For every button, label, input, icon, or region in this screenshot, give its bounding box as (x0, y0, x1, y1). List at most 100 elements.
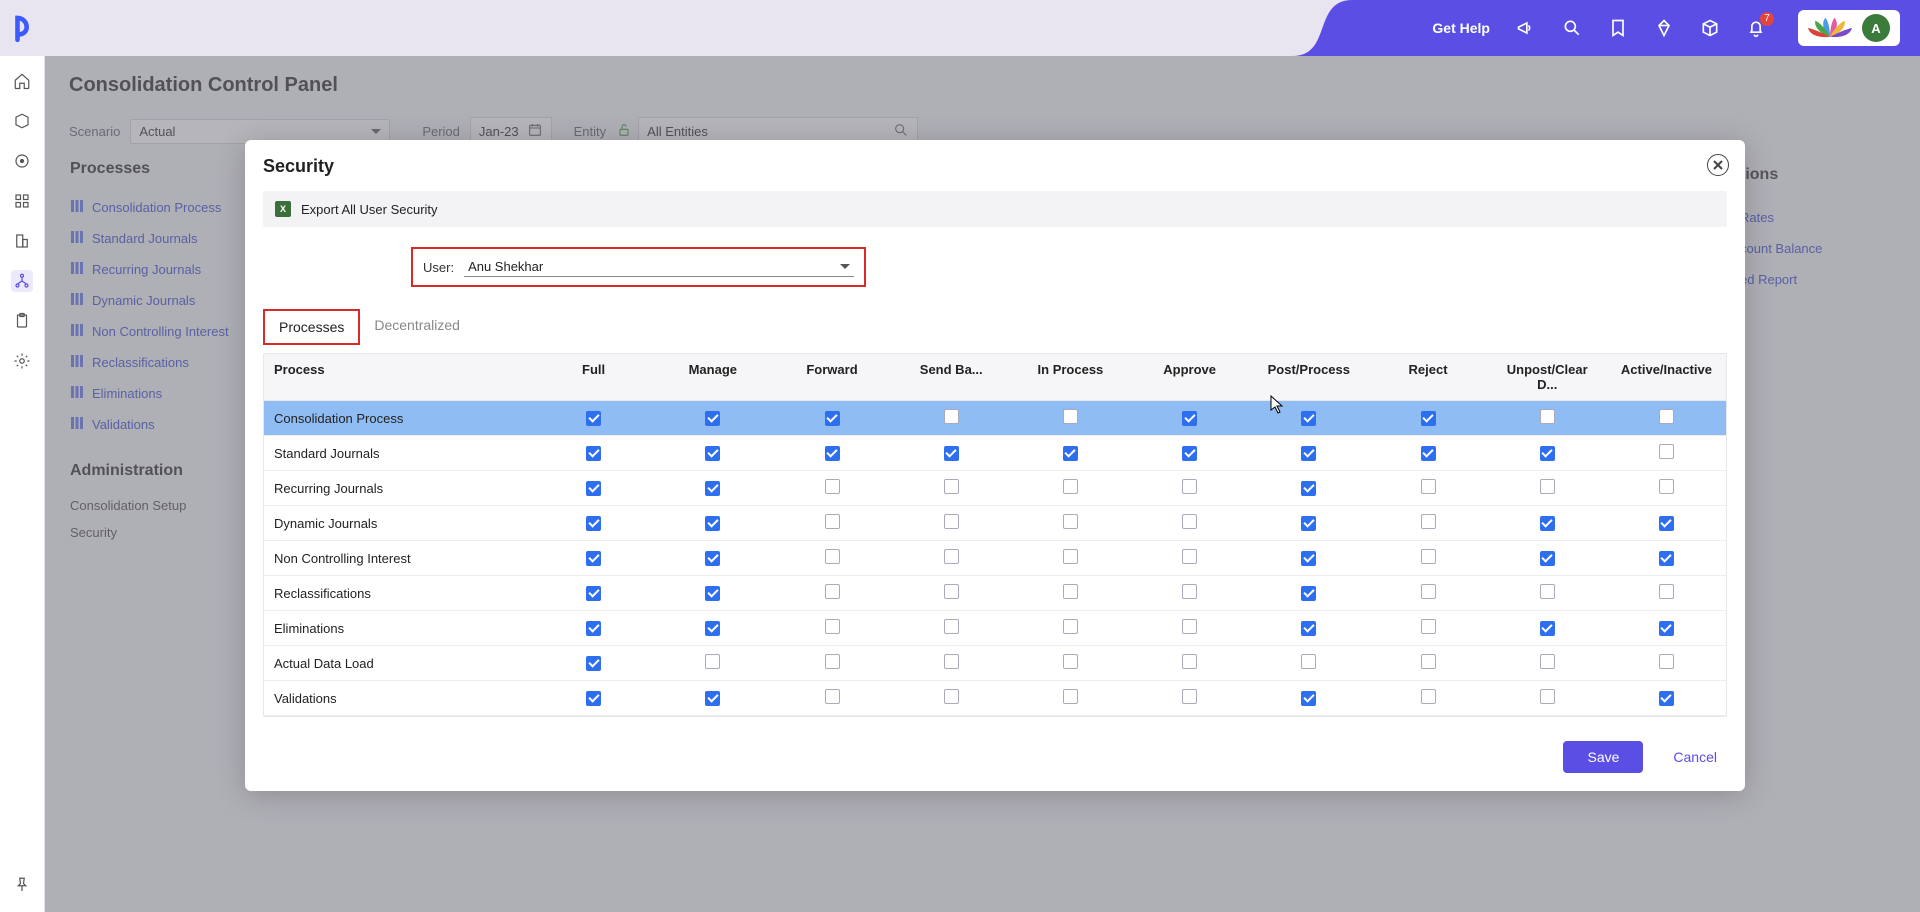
checkbox[interactable] (825, 514, 840, 529)
announce-icon[interactable] (1516, 18, 1536, 38)
checkbox[interactable] (586, 446, 601, 461)
checkbox[interactable] (705, 586, 720, 601)
checkbox[interactable] (1540, 551, 1555, 566)
checkbox[interactable] (1063, 654, 1078, 669)
checkbox[interactable] (1301, 516, 1316, 531)
checkbox[interactable] (586, 411, 601, 426)
brand-switcher[interactable]: A (1798, 10, 1900, 46)
checkbox[interactable] (1421, 411, 1436, 426)
checkbox[interactable] (1063, 479, 1078, 494)
table-row[interactable]: Reclassifications (264, 576, 1726, 611)
checkbox[interactable] (1063, 689, 1078, 704)
target-icon[interactable] (11, 150, 33, 172)
column-header[interactable]: Full (534, 354, 653, 400)
checkbox[interactable] (586, 586, 601, 601)
column-header[interactable]: Active/Inactive (1607, 354, 1726, 400)
checkbox[interactable] (1182, 514, 1197, 529)
checkbox[interactable] (705, 516, 720, 531)
checkbox[interactable] (1063, 446, 1078, 461)
cancel-button[interactable]: Cancel (1663, 741, 1727, 773)
checkbox[interactable] (1301, 691, 1316, 706)
checkbox[interactable] (1182, 549, 1197, 564)
checkbox[interactable] (1540, 409, 1555, 424)
checkbox[interactable] (1063, 549, 1078, 564)
checkbox[interactable] (1063, 514, 1078, 529)
bell-icon[interactable]: 7 (1746, 18, 1766, 38)
checkbox[interactable] (1421, 446, 1436, 461)
column-header[interactable]: Unpost/Clear D... (1488, 354, 1607, 400)
checkbox[interactable] (1540, 479, 1555, 494)
table-row[interactable]: Eliminations (264, 611, 1726, 646)
table-row[interactable]: Recurring Journals (264, 471, 1726, 506)
checkbox[interactable] (705, 481, 720, 496)
avatar[interactable]: A (1862, 14, 1890, 42)
column-header[interactable]: Process (264, 354, 534, 400)
checkbox[interactable] (1301, 411, 1316, 426)
user-dropdown[interactable]: Anu Shekhar (464, 257, 854, 277)
checkbox[interactable] (1659, 584, 1674, 599)
checkbox[interactable] (705, 446, 720, 461)
column-header[interactable]: In Process (1011, 354, 1130, 400)
checkbox[interactable] (1421, 689, 1436, 704)
checkbox[interactable] (1301, 446, 1316, 461)
checkbox[interactable] (586, 516, 601, 531)
checkbox[interactable] (586, 621, 601, 636)
checkbox[interactable] (1182, 446, 1197, 461)
column-header[interactable]: Approve (1130, 354, 1249, 400)
checkbox[interactable] (1421, 619, 1436, 634)
checkbox[interactable] (1421, 584, 1436, 599)
home-icon[interactable] (11, 70, 33, 92)
checkbox[interactable] (1659, 479, 1674, 494)
pin-icon[interactable] (11, 874, 33, 896)
checkbox[interactable] (586, 656, 601, 671)
checkbox[interactable] (705, 654, 720, 669)
checkbox[interactable] (1540, 584, 1555, 599)
checkbox[interactable] (705, 621, 720, 636)
checkbox[interactable] (1301, 621, 1316, 636)
checkbox[interactable] (825, 619, 840, 634)
checkbox[interactable] (825, 654, 840, 669)
column-header[interactable]: Reject (1368, 354, 1487, 400)
checkbox[interactable] (944, 619, 959, 634)
checkbox[interactable] (1182, 479, 1197, 494)
table-row[interactable]: Actual Data Load (264, 646, 1726, 681)
search-icon[interactable] (1562, 18, 1582, 38)
checkbox[interactable] (825, 549, 840, 564)
checkbox[interactable] (1540, 446, 1555, 461)
bookmark-icon[interactable] (1608, 18, 1628, 38)
table-row[interactable]: Consolidation Process (264, 401, 1726, 436)
checkbox[interactable] (705, 691, 720, 706)
checkbox[interactable] (1540, 621, 1555, 636)
table-row[interactable]: Dynamic Journals (264, 506, 1726, 541)
checkbox[interactable] (1659, 444, 1674, 459)
checkbox[interactable] (1540, 516, 1555, 531)
column-header[interactable]: Send Ba... (892, 354, 1011, 400)
export-bar[interactable]: X Export All User Security (263, 191, 1727, 227)
table-row[interactable]: Standard Journals (264, 436, 1726, 471)
checkbox[interactable] (944, 514, 959, 529)
checkbox[interactable] (825, 689, 840, 704)
checkbox[interactable] (1301, 481, 1316, 496)
checkbox[interactable] (1659, 551, 1674, 566)
checkbox[interactable] (944, 689, 959, 704)
checkbox[interactable] (944, 654, 959, 669)
table-row[interactable]: Non Controlling Interest (264, 541, 1726, 576)
app-logo[interactable] (0, 0, 45, 56)
checkbox[interactable] (1421, 514, 1436, 529)
checkbox[interactable] (586, 481, 601, 496)
checkbox[interactable] (825, 446, 840, 461)
checkbox[interactable] (825, 584, 840, 599)
save-button[interactable]: Save (1563, 741, 1643, 773)
gear-icon[interactable] (11, 350, 33, 372)
checkbox[interactable] (944, 549, 959, 564)
diamond-icon[interactable] (1654, 18, 1674, 38)
cube-icon[interactable] (1700, 18, 1720, 38)
checkbox[interactable] (825, 479, 840, 494)
checkbox[interactable] (1659, 621, 1674, 636)
checkbox[interactable] (944, 584, 959, 599)
column-header[interactable]: Manage (653, 354, 772, 400)
column-header[interactable]: Post/Process (1249, 354, 1368, 400)
checkbox[interactable] (1301, 654, 1316, 669)
checkbox[interactable] (1063, 619, 1078, 634)
checkbox[interactable] (1063, 409, 1078, 424)
